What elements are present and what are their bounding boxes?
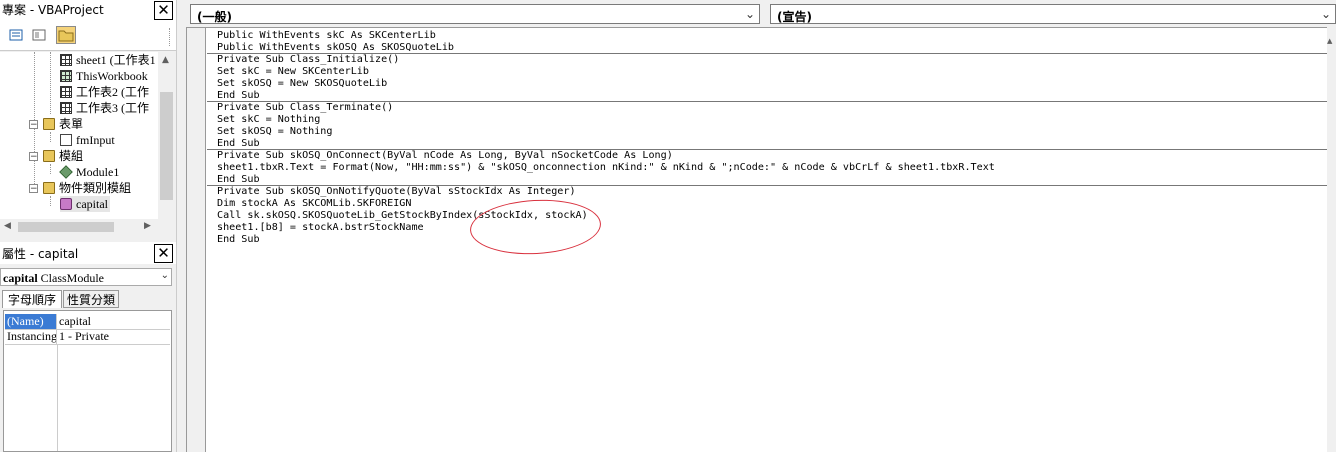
- code-line[interactable]: Set skOSQ = New SKOSQuoteLib: [217, 78, 995, 90]
- code-line[interactable]: Private Sub skOSQ_OnNotifyQuote(ByVal sS…: [217, 186, 995, 198]
- tree-item-thisworkbook[interactable]: ThisWorkbook: [60, 68, 148, 84]
- properties-pane-header: 屬性 - capital ✕: [0, 242, 176, 264]
- chevron-down-icon[interactable]: ⌄: [745, 7, 755, 21]
- property-value[interactable]: capital: [59, 314, 91, 329]
- procedure-combo[interactable]: (宣告) ⌄: [770, 4, 1336, 24]
- properties-grid: (Name) capital Instancing 1 - Private: [3, 310, 172, 452]
- close-properties-pane-icon[interactable]: ✕: [154, 244, 173, 263]
- toolbar-grip: [169, 28, 174, 46]
- view-object-icon[interactable]: [29, 26, 49, 44]
- scrollbar-thumb[interactable]: [160, 92, 173, 200]
- tree-item-label: sheet1 (工作表1: [76, 53, 156, 67]
- tree-item-label: capital: [76, 197, 108, 211]
- folder-icon: [43, 182, 55, 194]
- class-module-icon: [60, 198, 72, 210]
- code-line[interactable]: End Sub: [217, 234, 995, 246]
- scrollbar-thumb[interactable]: [18, 222, 114, 232]
- code-line[interactable]: Set skC = New SKCenterLib: [217, 66, 995, 78]
- code-line[interactable]: sheet1.tbxR.Text = Format(Now, "HH:mm:ss…: [217, 162, 995, 174]
- code-line[interactable]: Private Sub Class_Initialize(): [217, 54, 995, 66]
- code-line[interactable]: Public WithEvents skOSQ As SKOSQuoteLib: [217, 42, 995, 54]
- property-name: Instancing: [7, 329, 57, 344]
- project-pane-header: 專案 - VBAProject ✕: [0, 0, 176, 20]
- tree-item-sheet1[interactable]: sheet1 (工作表1: [60, 52, 156, 68]
- object-selector[interactable]: capital ClassModule ⌄: [0, 268, 172, 286]
- code-line[interactable]: End Sub: [217, 90, 995, 102]
- code-line[interactable]: Dim stockA As SKCOMLib.SKFOREIGN: [217, 198, 995, 210]
- tab-categorized[interactable]: 性質分類: [63, 290, 119, 308]
- project-tree[interactable]: sheet1 (工作表1 ThisWorkbook 工作表2 (工作 工作表3 …: [0, 52, 158, 219]
- close-project-pane-icon[interactable]: ✕: [154, 1, 173, 20]
- tree-item-sheet2[interactable]: 工作表2 (工作: [60, 84, 149, 100]
- collapse-forms-icon[interactable]: −: [29, 120, 38, 130]
- pane-splitter[interactable]: [176, 0, 184, 452]
- property-row[interactable]: Instancing 1 - Private: [5, 329, 170, 345]
- code-line[interactable]: Set skC = Nothing: [217, 114, 995, 126]
- chevron-down-icon[interactable]: ⌄: [1321, 7, 1331, 21]
- project-toolbar: [0, 20, 176, 51]
- tree-folder-modules[interactable]: 模組: [43, 148, 83, 164]
- workbook-icon: [60, 70, 72, 82]
- scroll-up-icon[interactable]: ▲: [162, 55, 169, 65]
- worksheet-icon: [60, 86, 72, 98]
- tree-item-label: 表單: [59, 117, 84, 131]
- object-name: capital: [3, 271, 38, 285]
- code-line[interactable]: Private Sub skOSQ_OnConnect(ByVal nCode …: [217, 150, 995, 162]
- project-tree-vertical-scrollbar[interactable]: ▲: [158, 52, 175, 219]
- tree-item-capital[interactable]: capital: [60, 196, 110, 212]
- worksheet-icon: [60, 54, 72, 66]
- collapse-class-modules-icon[interactable]: −: [29, 184, 38, 194]
- tree-item-label: 工作表2 (工作: [76, 85, 149, 99]
- code-line[interactable]: End Sub: [217, 174, 995, 186]
- project-pane-title: 專案 - VBAProject: [2, 3, 104, 17]
- code-line[interactable]: sheet1.[b8] = stockA.bstrStockName: [217, 222, 995, 234]
- property-name: (Name): [5, 314, 57, 329]
- code-line[interactable]: Private Sub Class_Terminate(): [217, 102, 995, 114]
- object-combo-value: (一般): [197, 10, 232, 24]
- margin-indicator-bar[interactable]: [187, 28, 206, 452]
- tree-item-label: 物件類別模組: [59, 181, 132, 195]
- properties-pane-title: 屬性 - capital: [2, 247, 79, 261]
- procedure-combo-value: (宣告): [777, 10, 812, 24]
- tab-alphabetic[interactable]: 字母順序: [2, 290, 62, 308]
- folder-icon: [43, 118, 55, 130]
- tree-folder-class-modules[interactable]: 物件類別模組: [43, 180, 131, 196]
- tree-item-fminput[interactable]: fmInput: [60, 132, 115, 148]
- code-lines[interactable]: Public WithEvents skC As SKCenterLib Pub…: [217, 30, 995, 246]
- project-tree-horizontal-scrollbar[interactable]: ◀ ▶: [0, 219, 158, 235]
- code-line[interactable]: End Sub: [217, 138, 995, 150]
- property-value[interactable]: 1 - Private: [59, 329, 109, 344]
- tree-item-sheet3[interactable]: 工作表3 (工作: [60, 100, 149, 116]
- folder-icon: [43, 150, 55, 162]
- code-line[interactable]: Set skOSQ = Nothing: [217, 126, 995, 138]
- tree-item-label: 模組: [59, 149, 84, 163]
- tree-item-module1[interactable]: Module1: [59, 164, 120, 180]
- object-combo[interactable]: (一般) ⌄: [190, 4, 760, 24]
- code-line[interactable]: Public WithEvents skC As SKCenterLib: [217, 30, 995, 42]
- chevron-down-icon[interactable]: ⌄: [161, 270, 169, 281]
- tree-item-label: fmInput: [76, 133, 115, 147]
- tree-item-label: ThisWorkbook: [76, 69, 148, 83]
- code-line[interactable]: Call sk.skOSQ.SKOSQuoteLib_GetStockByInd…: [217, 210, 995, 222]
- toggle-folders-icon[interactable]: [56, 26, 76, 44]
- view-code-icon[interactable]: [6, 26, 26, 44]
- code-vertical-scrollbar[interactable]: ▲: [1327, 27, 1336, 452]
- worksheet-icon: [60, 102, 72, 114]
- tree-item-label: 工作表3 (工作: [76, 101, 149, 115]
- form-icon: [60, 134, 72, 146]
- scroll-left-icon[interactable]: ◀: [4, 221, 11, 231]
- tree-item-label: Module1: [76, 165, 120, 179]
- object-type: ClassModule: [40, 271, 105, 285]
- scroll-up-icon[interactable]: ▲: [1327, 37, 1332, 45]
- collapse-modules-icon[interactable]: −: [29, 152, 38, 162]
- property-row[interactable]: (Name) capital: [5, 314, 170, 330]
- grid-divider: [57, 345, 58, 451]
- module-icon: [59, 165, 73, 179]
- scroll-right-icon[interactable]: ▶: [144, 221, 151, 231]
- tree-folder-forms[interactable]: 表單: [43, 116, 83, 132]
